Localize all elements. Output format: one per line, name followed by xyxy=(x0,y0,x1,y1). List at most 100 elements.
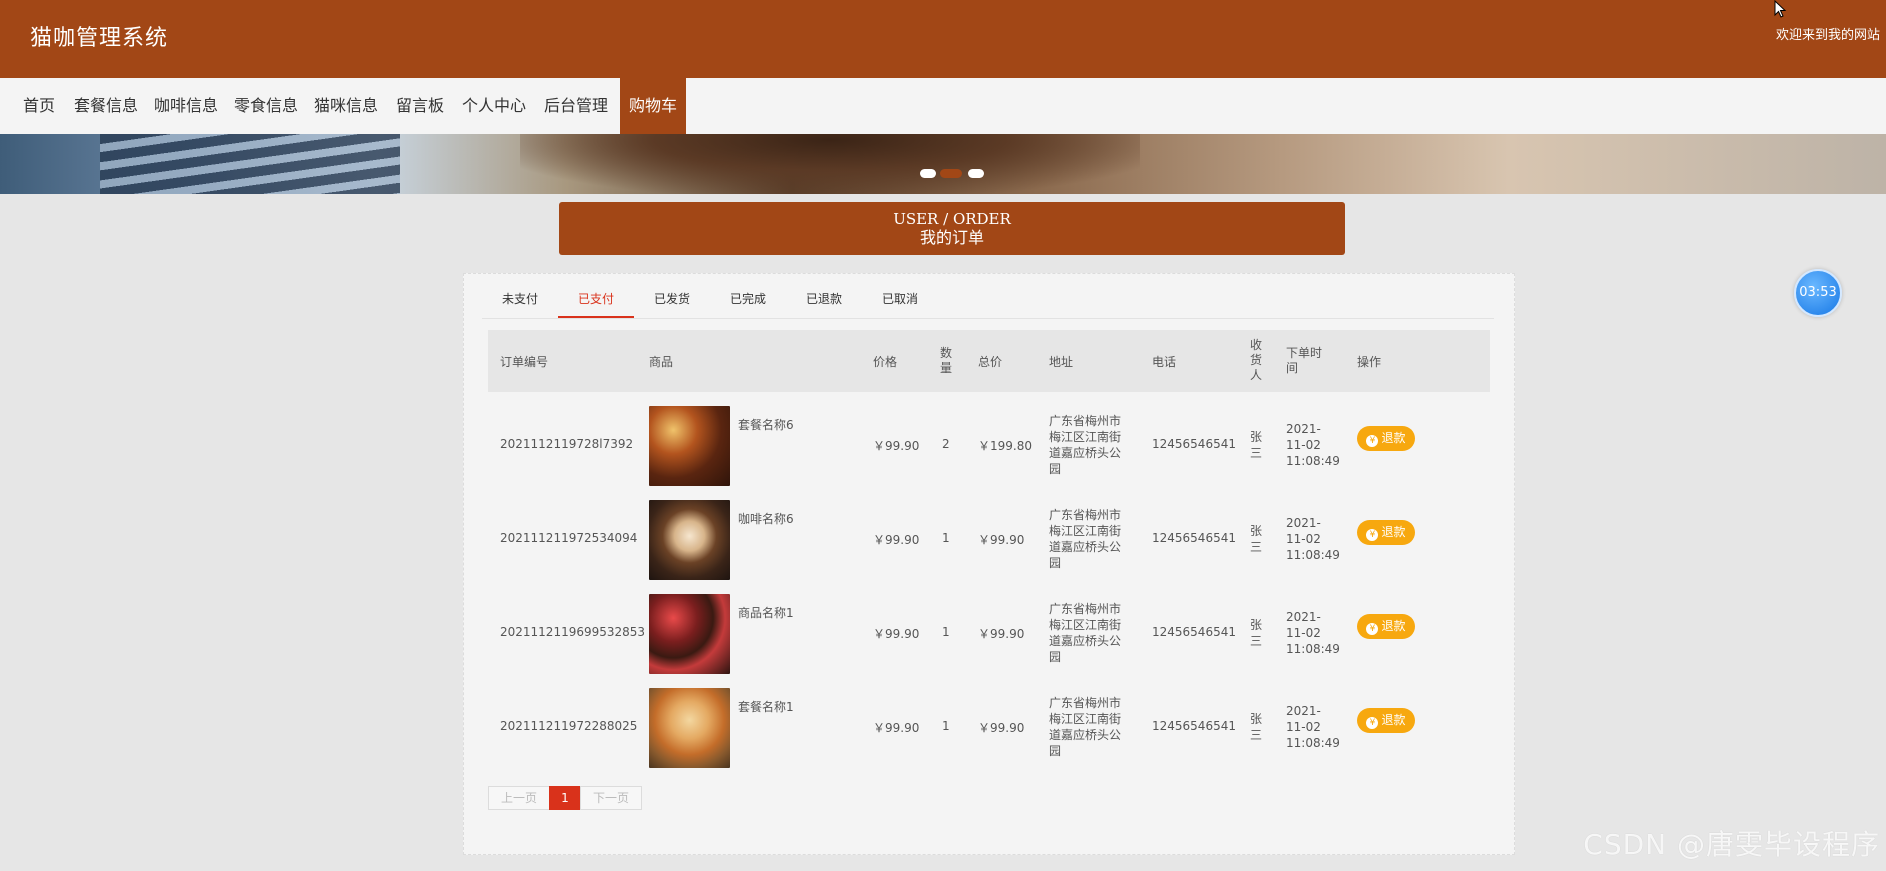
banner-carousel xyxy=(0,134,1886,194)
yen-icon: ¥ xyxy=(1366,717,1379,729)
th-product: 商品 xyxy=(649,355,674,369)
product-image[interactable] xyxy=(649,594,730,674)
nav-item-snacks[interactable]: 零食信息 xyxy=(228,78,304,134)
refund-button[interactable]: ¥ 退款 xyxy=(1357,520,1415,545)
receiver: 张三 xyxy=(1250,618,1263,648)
order-date-value: 2021-11-02 xyxy=(1286,610,1321,640)
nav-item-home[interactable]: 首页 xyxy=(14,78,64,134)
nav-item-packages[interactable]: 套餐信息 xyxy=(68,78,144,134)
th-price: 价格 xyxy=(873,355,898,369)
refund-button-label: 退款 xyxy=(1381,525,1406,539)
th-total: 总价 xyxy=(978,355,1003,369)
quantity: 1 xyxy=(942,531,950,545)
order-no: 20211121196995328​53 xyxy=(500,625,646,639)
total-price: ￥99.90 xyxy=(978,533,1025,547)
prev-page-button[interactable]: 上一页 xyxy=(488,786,550,810)
nav-item-messages[interactable]: 留言板 xyxy=(388,78,452,134)
next-page-button[interactable]: 下一页 xyxy=(580,786,642,810)
order-date-value: 2021-11-02 xyxy=(1286,422,1321,452)
address: 广东省梅州市梅江区江南街道嘉应桥头公园 xyxy=(1049,696,1122,758)
product-name[interactable]: 咖啡名称6 xyxy=(738,510,794,527)
th-phone: 电话 xyxy=(1152,355,1177,369)
receiver: 张三 xyxy=(1250,712,1263,742)
th-order-no: 订单编号 xyxy=(500,355,549,369)
refund-button-label: 退款 xyxy=(1381,431,1406,445)
order-time-value: 11:08:49 xyxy=(1286,454,1340,468)
carousel-dot-2[interactable] xyxy=(940,169,962,178)
table-row: 20211121197228802​5 套餐名称1 ￥99.90 1 ￥99.9… xyxy=(488,680,1490,774)
site-header: 猫咖管理系统 欢迎来到我的网站 xyxy=(0,0,1886,78)
page-heading: USER / ORDER 我的订单 xyxy=(559,202,1345,255)
product-image[interactable] xyxy=(649,500,730,580)
address: 广东省梅州市梅江区江南街道嘉应桥头公园 xyxy=(1049,508,1122,570)
table-row: 2021112119725340​94 咖啡名称6 ￥99.90 1 ￥99.9… xyxy=(488,492,1490,586)
table-row: 20211121196995328​53 商品名称1 ￥99.90 1 ￥99.… xyxy=(488,586,1490,680)
tab-completed[interactable]: 已完成 xyxy=(710,280,786,318)
table-row: 2021112119728l7392 套餐名称6 ￥99.90 2 ￥199.8… xyxy=(488,398,1490,492)
main-nav: 首页 套餐信息 咖啡信息 零食信息 猫咪信息 留言板 个人中心 后台管理 购物车 xyxy=(0,78,1886,134)
yen-icon: ¥ xyxy=(1366,435,1379,447)
price: ￥99.90 xyxy=(873,627,920,641)
carousel-dot-1[interactable] xyxy=(920,169,936,178)
welcome-text: 欢迎来到我的网站 xyxy=(1775,28,1880,43)
refund-button-label: 退款 xyxy=(1381,619,1406,633)
watermark: CSDN @唐雯毕设程序 xyxy=(1583,828,1880,861)
mouse-cursor-icon xyxy=(1774,0,1787,18)
order-no: 2021112119725340​94 xyxy=(500,531,638,545)
order-time-value: 11:08:49 xyxy=(1286,642,1340,656)
nav-item-coffee[interactable]: 咖啡信息 xyxy=(148,78,224,134)
product-name[interactable]: 套餐名称1 xyxy=(738,698,794,715)
th-address: 地址 xyxy=(1049,355,1074,369)
total-price: ￥99.90 xyxy=(978,721,1025,735)
price: ￥99.90 xyxy=(873,439,920,453)
product-name[interactable]: 商品名称1 xyxy=(738,604,794,621)
timer-badge[interactable]: 03:53 xyxy=(1794,269,1842,317)
orders-panel: 未支付 已支付 已发货 已完成 已退款 已取消 订单编号 商品 价格 数量 总价… xyxy=(463,273,1515,855)
order-date-value: 2021-11-02 xyxy=(1286,704,1321,734)
refund-button[interactable]: ¥ 退款 xyxy=(1357,708,1415,733)
order-status-tabs: 未支付 已支付 已发货 已完成 已退款 已取消 xyxy=(482,280,1494,319)
nav-item-admin[interactable]: 后台管理 xyxy=(538,78,614,134)
refund-button[interactable]: ¥ 退款 xyxy=(1357,426,1415,451)
order-time-value: 11:08:49 xyxy=(1286,548,1340,562)
banner-image xyxy=(100,134,400,194)
th-receiver: 收货人 xyxy=(1250,338,1263,382)
yen-icon: ¥ xyxy=(1366,529,1379,541)
banner-image-overlay xyxy=(520,134,1140,194)
tab-unpaid[interactable]: 未支付 xyxy=(482,280,558,318)
quantity: 1 xyxy=(942,625,950,639)
nav-item-cart[interactable]: 购物车 xyxy=(620,78,686,134)
phone: 12456546541 xyxy=(1152,437,1236,451)
page-heading-en: USER / ORDER xyxy=(893,210,1011,228)
th-order-time: 下单时间 xyxy=(1286,346,1323,375)
address: 广东省梅州市梅江区江南街道嘉应桥头公园 xyxy=(1049,602,1122,664)
order-time-value: 11:08:49 xyxy=(1286,736,1340,750)
order-date: 2021-11-02 11:08:49 xyxy=(1286,609,1340,657)
nav-item-cats[interactable]: 猫咪信息 xyxy=(308,78,384,134)
tab-paid[interactable]: 已支付 xyxy=(558,280,634,318)
price: ￥99.90 xyxy=(873,721,920,735)
order-date: 2021-11-02 11:08:49 xyxy=(1286,421,1340,469)
page-title: 我的订单 xyxy=(919,228,984,247)
refund-button-label: 退款 xyxy=(1381,713,1406,727)
total-price: ￥199.80 xyxy=(978,439,1032,453)
product-image[interactable] xyxy=(649,406,730,486)
page-number-current[interactable]: 1 xyxy=(549,786,581,810)
tab-refunded[interactable]: 已退款 xyxy=(786,280,862,318)
product-name[interactable]: 套餐名称6 xyxy=(738,416,794,433)
total-price: ￥99.90 xyxy=(978,627,1025,641)
order-date-value: 2021-11-02 xyxy=(1286,516,1321,546)
product-image[interactable] xyxy=(649,688,730,768)
receiver: 张三 xyxy=(1250,430,1263,460)
order-no: 20211121197228802​5 xyxy=(500,719,638,733)
order-date: 2021-11-02 11:08:49 xyxy=(1286,515,1340,563)
table-header: 订单编号 商品 价格 数量 总价 地址 电话 收货人 下单时间 操作 xyxy=(488,330,1490,392)
quantity: 1 xyxy=(942,719,950,733)
tab-shipped[interactable]: 已发货 xyxy=(634,280,710,318)
carousel-dot-3[interactable] xyxy=(968,169,984,178)
tab-cancelled[interactable]: 已取消 xyxy=(862,280,938,318)
th-qty: 数量 xyxy=(940,346,953,375)
nav-item-profile[interactable]: 个人中心 xyxy=(456,78,532,134)
yen-icon: ¥ xyxy=(1366,623,1379,635)
refund-button[interactable]: ¥ 退款 xyxy=(1357,614,1415,639)
